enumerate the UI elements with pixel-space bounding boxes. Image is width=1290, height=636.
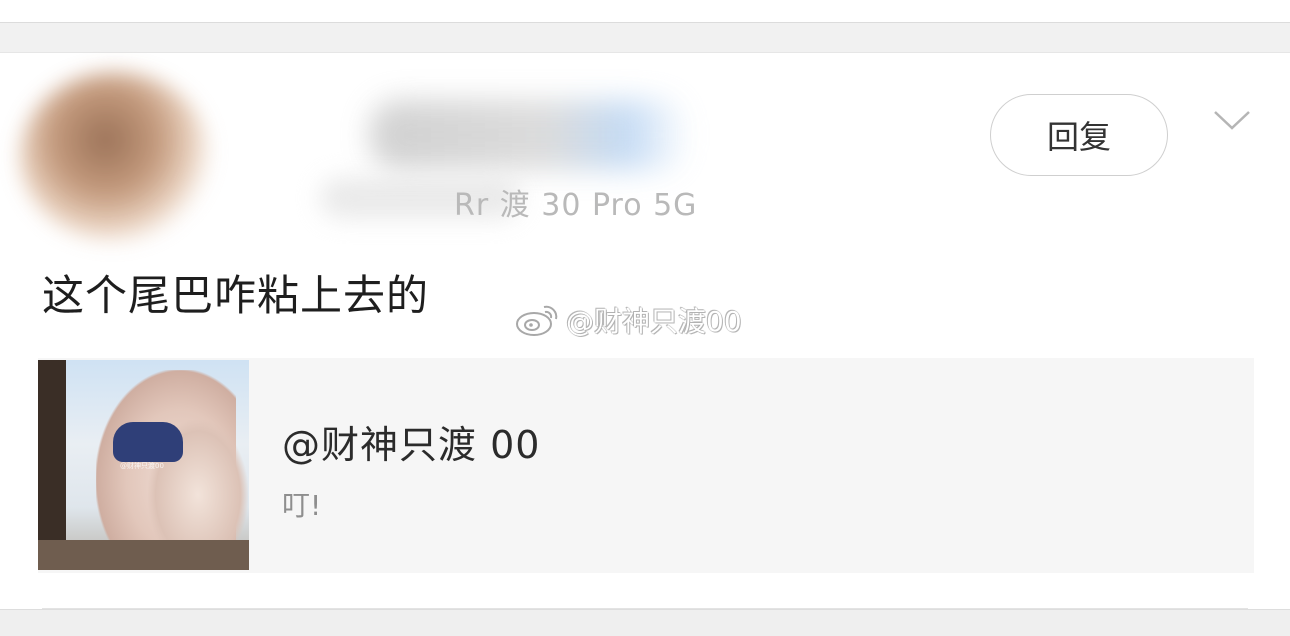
quoted-post-thumbnail[interactable]: @财神只渡00 [38,360,249,570]
device-meta-text: Rr 渡 30 Pro 5G [454,188,698,223]
thumb-shorts [113,422,183,462]
thumb-watermark: @财神只渡00 [120,462,164,470]
comment-text: 这个尾巴咋粘上去的 [42,271,430,320]
chevron-down-icon[interactable] [1212,104,1252,134]
reply-button[interactable]: 回复 [990,94,1168,176]
reply-button-label: 回复 [1046,118,1111,156]
avatar[interactable] [20,72,210,242]
separator-band [0,23,1290,53]
quoted-post-text: 叮! [282,489,322,522]
top-strip [0,0,1290,23]
quoted-post-username[interactable]: @财神只渡 00 [282,414,540,469]
watermark-text: @财神只渡00 [566,305,742,338]
separator-band-bottom [0,609,1290,636]
username-blurred[interactable] [370,100,690,170]
watermark: @财神只渡00 [514,303,742,338]
weibo-icon [516,305,558,336]
thumb-window-frame [38,360,66,570]
thumb-floor [38,540,249,570]
quoted-post[interactable]: @财神只渡00 @财神只渡 00 叮! [38,358,1254,573]
